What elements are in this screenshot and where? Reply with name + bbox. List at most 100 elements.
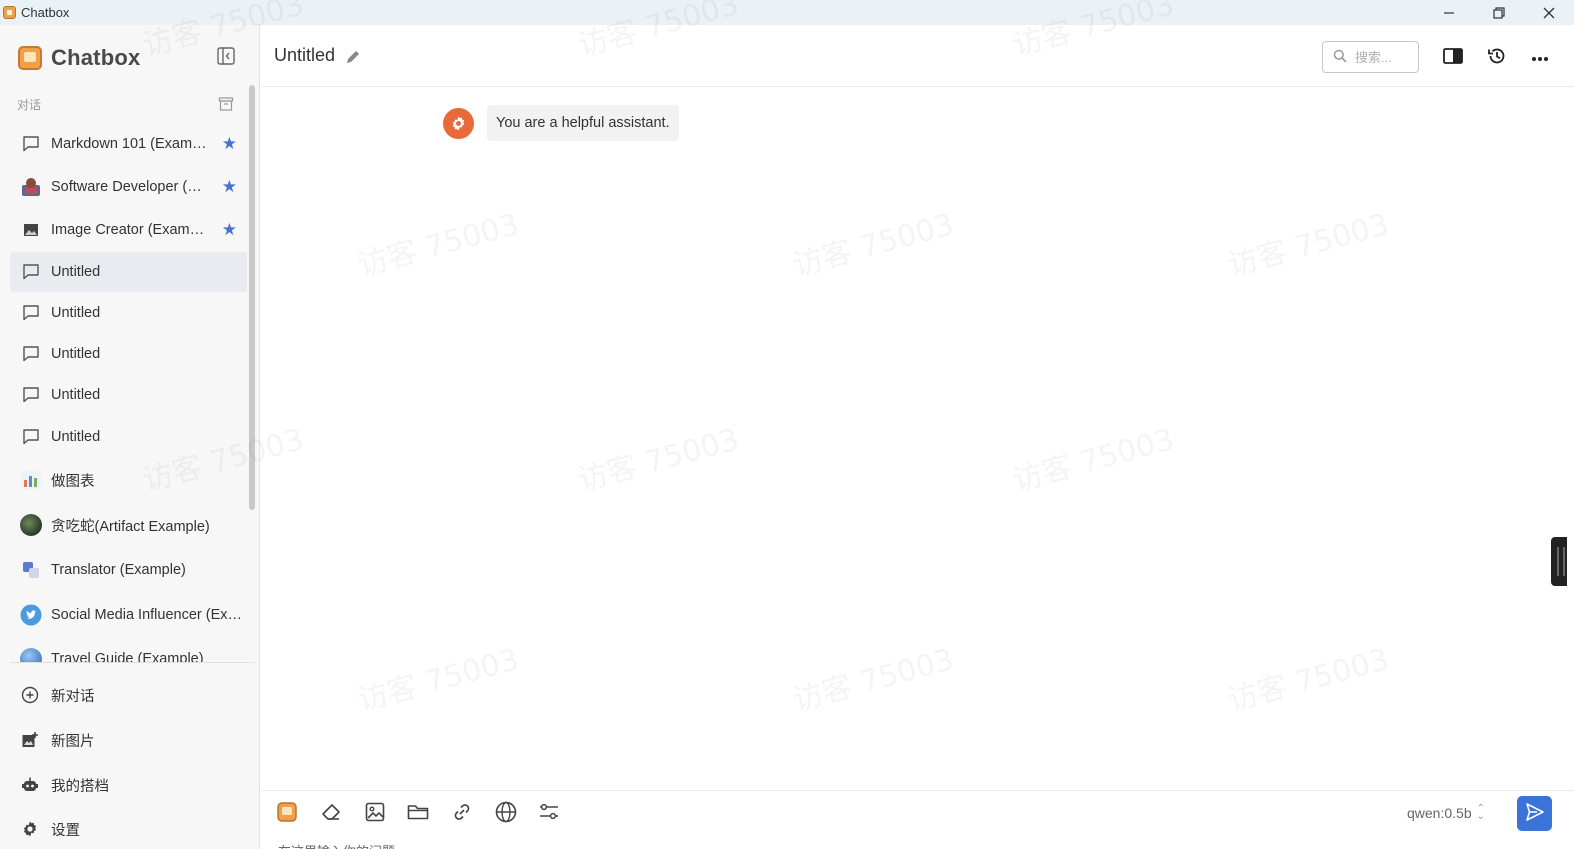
image-icon bbox=[20, 219, 42, 241]
conversation-item[interactable]: Translator (Example) bbox=[10, 550, 247, 590]
new-image-button[interactable]: 新图片 bbox=[20, 725, 95, 755]
my-copilots-label: 我的搭档 bbox=[51, 778, 109, 795]
new-chat-label: 新对话 bbox=[51, 688, 95, 705]
attach-image-button[interactable] bbox=[363, 801, 387, 825]
conversation-label: Software Developer (Example) bbox=[51, 179, 211, 195]
watermark: 访客 75003 bbox=[1007, 414, 1178, 499]
chat-bubble-icon bbox=[20, 426, 42, 448]
chevron-updown-icon: ⌃ ⌄ bbox=[1476, 803, 1485, 822]
attach-file-button[interactable] bbox=[406, 801, 430, 825]
split-view-button[interactable] bbox=[1441, 45, 1465, 69]
watermark: 访客 75003 bbox=[1222, 199, 1393, 284]
chat-bubble-icon bbox=[20, 133, 42, 155]
developer-avatar-icon bbox=[20, 176, 42, 198]
conversation-label: Markdown 101 (Example) bbox=[51, 136, 211, 152]
conversation-label: 做图表 bbox=[51, 473, 95, 490]
window-controls bbox=[1424, 0, 1574, 25]
search-box[interactable] bbox=[1322, 41, 1419, 73]
conversation-item[interactable]: 贪吃蛇(Artifact Example) bbox=[10, 505, 247, 545]
history-button[interactable] bbox=[1485, 45, 1509, 69]
my-copilots-button[interactable]: 我的搭档 bbox=[20, 770, 109, 800]
sidebar-divider bbox=[10, 662, 255, 663]
chat-title[interactable]: Untitled bbox=[274, 45, 335, 66]
window-titlebar: Chatbox bbox=[0, 0, 1574, 25]
conversation-item[interactable]: Markdown 101 (Example) ★ bbox=[10, 124, 247, 164]
system-message: You are a helpful assistant. bbox=[443, 105, 679, 141]
star-icon[interactable]: ★ bbox=[222, 178, 237, 195]
chat-bubble-icon bbox=[20, 343, 42, 365]
watermark: 访客 75003 bbox=[352, 199, 523, 284]
chart-avatar-icon bbox=[20, 469, 42, 491]
model-selector[interactable]: qwen:0.5b ⌃ ⌄ bbox=[1407, 803, 1485, 822]
system-gear-avatar-icon bbox=[443, 107, 474, 139]
search-input[interactable] bbox=[1355, 49, 1415, 65]
conversation-item[interactable]: Untitled bbox=[10, 334, 247, 374]
conversation-item[interactable]: Untitled bbox=[10, 375, 247, 415]
link-icon bbox=[452, 802, 472, 825]
conversation-label: Untitled bbox=[51, 346, 101, 362]
web-search-button[interactable] bbox=[494, 801, 518, 825]
send-icon bbox=[1525, 802, 1545, 825]
conversation-item[interactable]: Untitled bbox=[10, 417, 247, 457]
split-view-icon bbox=[1443, 47, 1463, 68]
side-panel-handle[interactable] bbox=[1551, 537, 1567, 586]
watermark: 访客 75003 bbox=[1222, 634, 1393, 719]
chat-bubble-icon bbox=[20, 302, 42, 324]
conversation-label: Social Media Influencer (Example) bbox=[51, 607, 246, 623]
globe-icon bbox=[495, 801, 517, 826]
conversation-label: Untitled bbox=[51, 429, 101, 445]
new-image-label: 新图片 bbox=[51, 733, 95, 750]
conversation-item[interactable]: Untitled bbox=[10, 293, 247, 333]
conversation-label: Translator (Example) bbox=[51, 562, 186, 578]
conversation-list: Markdown 101 (Example) ★ Software Develo… bbox=[0, 123, 248, 663]
close-button[interactable] bbox=[1524, 0, 1574, 25]
chatbox-logo-icon bbox=[18, 46, 42, 70]
conversation-item[interactable]: 做图表 bbox=[10, 460, 247, 500]
translator-avatar-icon bbox=[20, 559, 42, 581]
settings-sliders-icon bbox=[538, 802, 560, 825]
conversation-label: Untitled bbox=[51, 305, 101, 321]
star-icon[interactable]: ★ bbox=[222, 135, 237, 152]
chat-bubble-icon bbox=[20, 261, 42, 283]
robot-icon bbox=[20, 775, 40, 795]
conversation-label: Untitled bbox=[51, 264, 101, 280]
chat-settings-button[interactable] bbox=[537, 801, 561, 825]
chat-header: Untitled bbox=[261, 25, 1574, 87]
input-area: qwen:0.5b ⌃⌄ 在这里输入你的问题... bbox=[261, 790, 1574, 849]
attach-link-button[interactable] bbox=[450, 801, 474, 825]
more-options-button[interactable] bbox=[1528, 45, 1552, 69]
history-icon bbox=[1487, 46, 1507, 69]
star-icon[interactable]: ★ bbox=[222, 221, 237, 238]
search-icon bbox=[1333, 49, 1347, 66]
conversation-label: Image Creator (Example) bbox=[51, 222, 211, 238]
system-message-text[interactable]: You are a helpful assistant. bbox=[487, 105, 679, 141]
chatbox-tool-button[interactable] bbox=[275, 801, 299, 825]
watermark: 访客 75003 bbox=[787, 634, 958, 719]
edit-title-icon[interactable] bbox=[345, 49, 361, 65]
conversation-item[interactable]: Software Developer (Example) ★ bbox=[10, 167, 247, 207]
new-image-icon bbox=[20, 730, 40, 750]
conversation-item[interactable]: Social Media Influencer (Example) bbox=[10, 595, 247, 635]
minimize-button[interactable] bbox=[1424, 0, 1474, 25]
archive-icon[interactable] bbox=[218, 96, 234, 112]
folder-icon bbox=[407, 803, 429, 824]
conversation-item-active[interactable]: Untitled bbox=[10, 252, 247, 292]
settings-button[interactable]: 设置 bbox=[20, 814, 80, 844]
watermark: 访客 75003 bbox=[572, 414, 743, 499]
gear-icon bbox=[20, 819, 40, 839]
watermark: 访客 75003 bbox=[352, 634, 523, 719]
settings-label: 设置 bbox=[51, 822, 80, 839]
conversation-item[interactable]: Image Creator (Example) ★ bbox=[10, 210, 247, 250]
message-input-placeholder[interactable]: 在这里输入你的问题... bbox=[278, 841, 406, 849]
sidebar-collapse-icon[interactable] bbox=[217, 47, 235, 65]
new-chat-button[interactable]: 新对话 bbox=[20, 680, 95, 710]
twitter-avatar-icon bbox=[20, 604, 42, 626]
eraser-icon bbox=[320, 802, 342, 825]
clear-context-button[interactable] bbox=[319, 801, 343, 825]
sidebar-scrollbar[interactable] bbox=[249, 85, 255, 510]
send-button[interactable] bbox=[1517, 796, 1552, 831]
restore-button[interactable] bbox=[1474, 0, 1524, 25]
more-dots-icon bbox=[1531, 49, 1549, 65]
app-icon bbox=[3, 6, 16, 19]
conversation-item[interactable]: Travel Guide (Example) bbox=[10, 639, 247, 663]
